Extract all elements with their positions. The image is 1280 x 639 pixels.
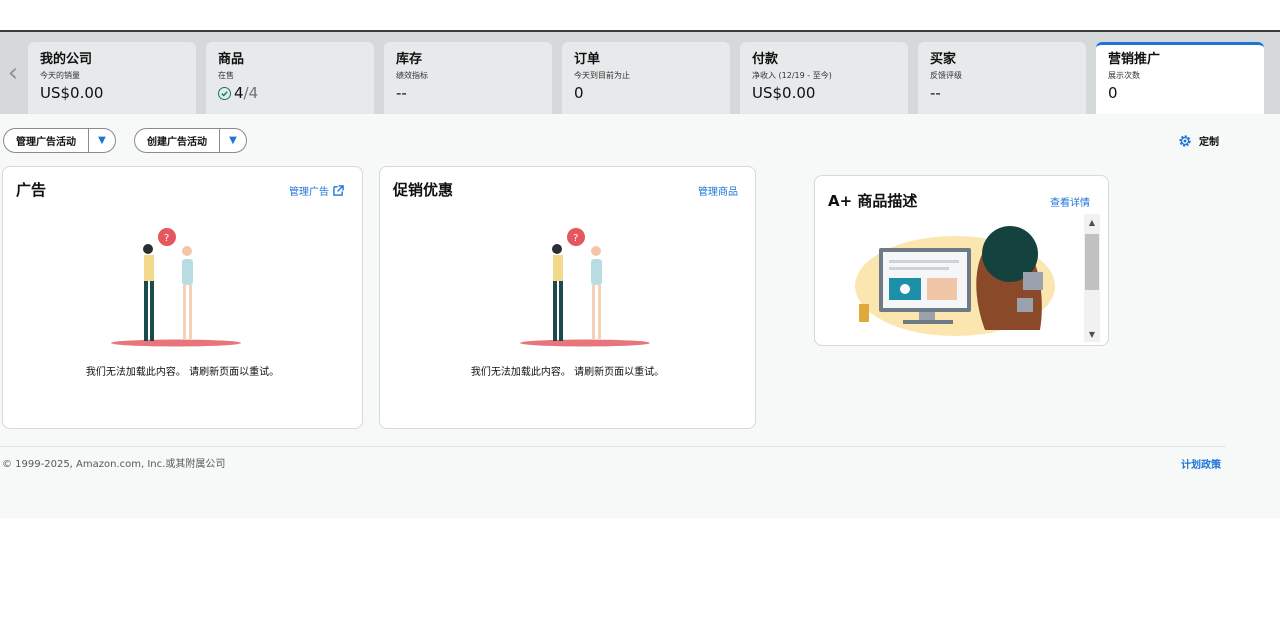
tab-my-company[interactable]: 我的公司 今天的销量 US$0.00 [28, 42, 196, 114]
scroll-thumb[interactable] [1085, 234, 1099, 290]
scroll-down-icon[interactable]: ▼ [1084, 326, 1100, 342]
promotions-card: 促销优惠 管理商品 ? 我们无法加载此内容。 请刷新页面以重试。 [379, 166, 756, 429]
tab-subtitle: 绩效指标 [396, 71, 428, 80]
card-title: 促销优惠 [393, 181, 454, 199]
tab-value: 0 [1108, 84, 1118, 102]
tab-title: 付款 [752, 52, 779, 67]
total-count: /4 [243, 84, 259, 102]
tab-subtitle: 今天的销量 [40, 71, 80, 80]
tab-value: 4/4 [218, 83, 362, 103]
customize-label: 定制 [1199, 137, 1219, 148]
error-message: 我们无法加载此内容。 请刷新页面以重试。 [470, 367, 665, 378]
create-campaign-split-button: 创建广告活动 ▼ [134, 128, 247, 153]
tab-value: US$0.00 [752, 84, 816, 102]
caret-down-icon[interactable]: ▼ [89, 129, 115, 152]
tab-value: 0 [574, 84, 584, 102]
scrollbar[interactable]: ▲ ▼ [1084, 214, 1100, 342]
people-illustration: ? [111, 228, 241, 347]
create-campaign-button[interactable]: 创建广告活动 [135, 129, 220, 152]
metrics-tab-bar: ‹ 我的公司 今天的销量 US$0.00 商品 在售 4/4 库存 绩效指标 -… [0, 32, 1280, 114]
tab-title: 订单 [574, 52, 601, 67]
active-count: 4 [234, 84, 244, 102]
footer-divider [0, 446, 1226, 447]
link-label: 管理商品 [698, 187, 738, 198]
link-label: 查看详情 [1050, 198, 1090, 209]
card-title: A+ 商品描述 [828, 192, 918, 210]
ads-card: 广告 管理广告 ? 我们无法加载此内容。 请刷新页面以重试。 [2, 166, 363, 429]
caret-down-icon[interactable]: ▼ [220, 129, 246, 152]
tab-subtitle: 今天到目前为止 [574, 71, 630, 80]
tab-inventory[interactable]: 库存 绩效指标 -- [384, 42, 552, 114]
error-message: 我们无法加载此内容。 请刷新页面以重试。 [85, 367, 280, 378]
seller-dashboard: ‹ 我的公司 今天的销量 US$0.00 商品 在售 4/4 库存 绩效指标 -… [0, 32, 1280, 518]
aplus-content-card: A+ 商品描述 查看详情 ▲ ▼ [814, 175, 1109, 346]
people-illustration: ? [520, 228, 650, 347]
svg-text:?: ? [164, 233, 169, 244]
tab-marketing[interactable]: 营销推广 展示次数 0 [1096, 42, 1264, 114]
check-circle-icon [218, 86, 231, 100]
chevron-left-icon[interactable]: ‹ [0, 32, 26, 114]
tab-value: US$0.00 [40, 84, 104, 102]
view-details-link[interactable]: 查看详情 [1050, 194, 1090, 209]
tab-title: 库存 [396, 52, 423, 67]
copyright-text: © 1999-2025, Amazon.com, Inc.或其附属公司 [2, 459, 226, 470]
tab-payments[interactable]: 付款 净收入 (12/19 - 至今) US$0.00 [740, 42, 908, 114]
tab-title: 商品 [218, 52, 245, 67]
browser-top-bar [0, 0, 1280, 32]
tab-subtitle: 反馈评级 [930, 71, 962, 80]
gear-icon [1179, 134, 1191, 147]
customize-button[interactable]: 定制 [1178, 133, 1219, 148]
external-link-icon [333, 185, 344, 196]
tab-value: -- [396, 84, 407, 102]
tab-title: 营销推广 [1108, 52, 1161, 67]
tab-subtitle: 在售 [218, 71, 234, 80]
tab-orders[interactable]: 订单 今天到目前为止 0 [562, 42, 730, 114]
tab-subtitle: 展示次数 [1108, 71, 1140, 80]
tab-title: 买家 [930, 52, 957, 67]
link-label: 管理广告 [289, 187, 329, 198]
tab-title: 我的公司 [40, 52, 93, 67]
tab-products[interactable]: 商品 在售 4/4 [206, 42, 374, 114]
tab-subtitle: 净收入 (12/19 - 至今) [752, 71, 832, 80]
manage-ads-link[interactable]: 管理广告 [289, 183, 344, 198]
program-policies-link[interactable]: 计划政策 [1181, 456, 1221, 471]
svg-text:?: ? [573, 233, 578, 244]
manage-campaigns-split-button: 管理广告活动 ▼ [3, 128, 116, 153]
desk-illustration [855, 226, 1055, 336]
tab-buyers[interactable]: 买家 反馈评级 -- [918, 42, 1086, 114]
manage-campaigns-button[interactable]: 管理广告活动 [4, 129, 89, 152]
scroll-up-icon[interactable]: ▲ [1084, 214, 1100, 230]
manage-products-link[interactable]: 管理商品 [698, 183, 738, 198]
card-title: 广告 [16, 181, 47, 199]
tab-value: -- [930, 84, 941, 102]
